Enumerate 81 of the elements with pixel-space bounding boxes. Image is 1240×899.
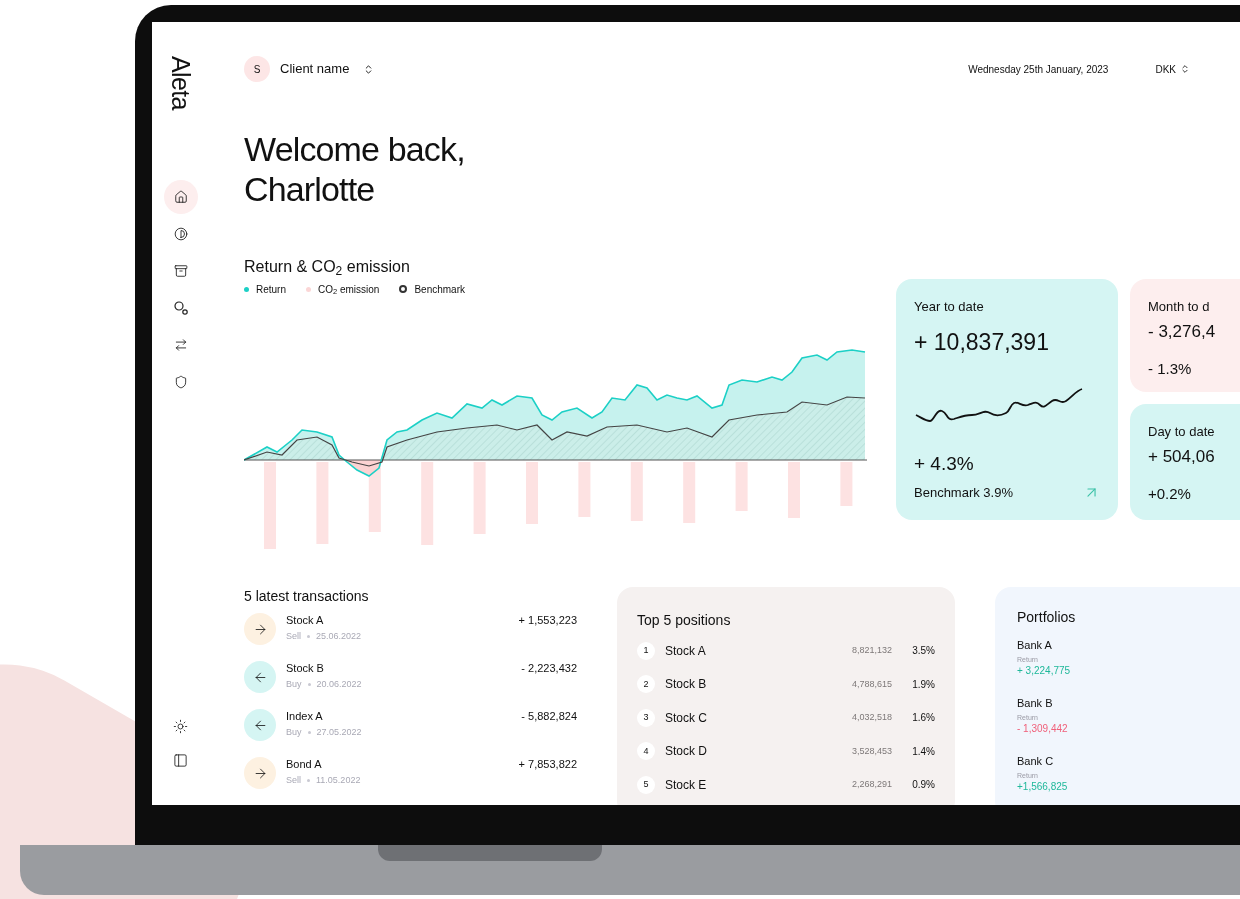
- legend-label: Return: [256, 282, 286, 297]
- brand-logo: Aleta: [168, 56, 193, 110]
- rank-badge: 2: [637, 675, 655, 694]
- half-circle-icon: [173, 226, 188, 241]
- legend-label: CO$_{2}$ emission: [318, 282, 380, 297]
- legend-label: Benchmark: [414, 282, 465, 297]
- transaction-amount: + 1,553,223: [518, 613, 577, 627]
- position-name: Stock B: [665, 676, 708, 694]
- transaction-date: 25.06.2022: [316, 630, 362, 643]
- transaction-name: Bond A: [286, 757, 323, 771]
- portfolio-name: Bank A: [1017, 638, 1053, 652]
- transaction-date: 11.05.2022: [316, 774, 361, 787]
- section-title: 5 latest transactions: [244, 587, 370, 605]
- section-title: Top 5 positions: [637, 611, 732, 629]
- position-value: 2,268,291: [851, 778, 892, 791]
- bullet-icon: [307, 683, 311, 687]
- archive-icon: [173, 263, 188, 278]
- portfolio-return: +1,566,825: [1017, 780, 1069, 793]
- position-value: 8,821,132: [851, 644, 892, 657]
- bullet-icon: [307, 635, 310, 639]
- bullet-icon: [307, 731, 311, 735]
- transaction-type: Buy: [286, 726, 302, 739]
- arrow-right-icon: [252, 621, 268, 637]
- position-share: 1.6%: [911, 711, 935, 726]
- swap-arrows-icon: [173, 337, 188, 352]
- card-change: + 4.3%: [914, 452, 975, 476]
- transaction-amount: + 7,853,822: [518, 757, 577, 771]
- position-share: 0.9%: [911, 778, 935, 793]
- currency-selector[interactable]: DKK: [1155, 61, 1190, 77]
- card-value: + 10,837,391: [914, 327, 1050, 357]
- chart-title: Return & CO$_{2}$ emission: [244, 257, 411, 277]
- client-selector[interactable]: S Client name: [244, 56, 375, 82]
- current-date: Wednesday 25th January, 2023: [968, 62, 1109, 77]
- position-name: Stock D: [665, 743, 708, 761]
- portfolio-return: + 3,224,775: [1017, 664, 1072, 677]
- card-value: + 504,06: [1148, 445, 1216, 468]
- position-name: Stock C: [665, 709, 708, 727]
- card-value: - 3,276,4: [1148, 320, 1217, 343]
- section-title: Portfolios: [1017, 608, 1077, 626]
- transaction-amount: - 2,223,432: [521, 661, 577, 675]
- welcome-heading: Welcome back, Charlotte: [244, 129, 466, 209]
- transaction-type: Sell: [286, 630, 301, 643]
- card-title: Year to date: [914, 298, 985, 316]
- nav-item[interactable]: [163, 179, 198, 214]
- transaction-type: Buy: [286, 678, 302, 691]
- card-title: Day to date: [1148, 423, 1216, 441]
- position-value: 3,528,453: [851, 744, 892, 758]
- transaction-name: Stock B: [286, 661, 325, 675]
- position-share: 1.4%: [911, 744, 935, 759]
- position-name: Stock E: [665, 776, 708, 794]
- rank-badge: 3: [637, 708, 655, 727]
- position-name: Stock A: [665, 642, 707, 660]
- shield-icon: [173, 374, 188, 389]
- portfolio-name: Bank B: [1017, 696, 1054, 710]
- card-change: +0.2%: [1148, 484, 1192, 504]
- bullet-icon: [307, 779, 310, 783]
- transaction-type: Sell: [286, 774, 301, 787]
- circles-icon: [173, 300, 188, 315]
- position-value: 4,788,615: [851, 677, 892, 691]
- panel-icon: [173, 752, 188, 768]
- arrow-right-icon: [252, 765, 268, 781]
- avatar-initial: S: [244, 56, 270, 82]
- card-change: - 1.3%: [1148, 359, 1193, 379]
- portfolio-return: - 1,309,442: [1017, 722, 1069, 735]
- chevron-updown-icon: [1180, 64, 1190, 74]
- position-value: 4,032,518: [851, 711, 892, 724]
- sun-icon: [173, 718, 188, 734]
- benchmark-text: Benchmark 3.9%: [914, 483, 1013, 502]
- transaction-amount: - 5,882,824: [521, 709, 577, 723]
- rank-badge: 1: [637, 641, 655, 660]
- portfolio-name: Bank C: [1017, 754, 1055, 768]
- transaction-date: 27.05.2022: [316, 726, 362, 739]
- transaction-date: 20.06.2022: [316, 678, 362, 691]
- rank-badge: 5: [637, 775, 655, 794]
- rank-badge: 4: [637, 742, 655, 761]
- position-share: 1.9%: [911, 677, 935, 692]
- transaction-name: Stock A: [286, 613, 325, 627]
- home-icon: [173, 189, 188, 204]
- card-title: Month to d: [1148, 298, 1211, 316]
- transaction-name: Index A: [286, 709, 324, 723]
- position-share: 3.5%: [911, 644, 935, 659]
